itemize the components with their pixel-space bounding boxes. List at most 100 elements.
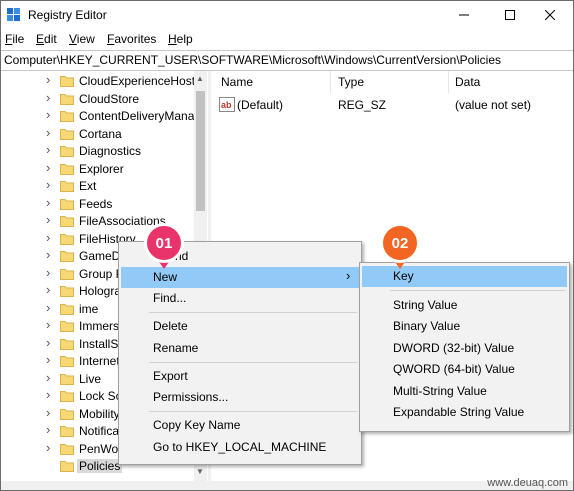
expand-chevron-icon[interactable]: › bbox=[46, 370, 50, 385]
tree-item[interactable]: › Explorer bbox=[1, 160, 208, 178]
menu-edit[interactable]: Edit bbox=[36, 32, 57, 46]
tree-item-label: Immers bbox=[79, 319, 119, 333]
submenu-item-qword-value[interactable]: QWORD (64-bit) Value bbox=[362, 359, 567, 380]
expand-chevron-icon[interactable]: › bbox=[46, 247, 50, 262]
expand-chevron-icon[interactable]: › bbox=[46, 90, 50, 105]
registry-editor-icon bbox=[7, 8, 21, 25]
folder-icon bbox=[60, 163, 74, 175]
expand-chevron-icon[interactable]: › bbox=[46, 195, 50, 210]
context-item-copy-key-name[interactable]: Copy Key Name bbox=[121, 415, 359, 436]
folder-icon bbox=[60, 321, 74, 332]
expand-chevron-icon[interactable]: › bbox=[46, 265, 50, 280]
context-item-goto-hklm[interactable]: Go to HKEY_LOCAL_MACHINE bbox=[121, 437, 359, 458]
value-row[interactable]: ab (Default) REG_SZ (value not set) bbox=[212, 97, 573, 114]
value-data: (value not set) bbox=[455, 98, 532, 112]
scroll-down-icon[interactable]: ▼ bbox=[196, 467, 204, 476]
expand-chevron-icon[interactable]: › bbox=[46, 177, 50, 192]
menu-separator bbox=[149, 362, 357, 363]
tree-item-label: CloudExperienceHost bbox=[79, 74, 196, 88]
submenu-item-key[interactable]: Key bbox=[362, 266, 567, 287]
maximize-icon bbox=[505, 10, 515, 20]
folder-icon bbox=[60, 198, 74, 210]
minimize-button[interactable] bbox=[441, 1, 487, 29]
folder-icon bbox=[60, 251, 74, 262]
column-header-name[interactable]: Name bbox=[221, 75, 253, 89]
context-item-new[interactable]: New › bbox=[121, 267, 359, 288]
scroll-up-icon[interactable]: ▲ bbox=[196, 74, 204, 83]
minimize-icon bbox=[459, 14, 469, 16]
tree-item-label: PenWor bbox=[79, 441, 123, 456]
title-bar: Registry Editor bbox=[1, 1, 573, 29]
menu-file[interactable]: File bbox=[5, 32, 24, 46]
submenu-arrow-icon: › bbox=[346, 268, 351, 283]
expand-chevron-icon[interactable]: › bbox=[46, 387, 50, 402]
menu-help[interactable]: Help bbox=[168, 32, 193, 46]
tree-item[interactable]: › Diagnostics bbox=[1, 142, 208, 160]
expand-chevron-icon[interactable]: › bbox=[46, 142, 50, 157]
close-button[interactable] bbox=[527, 1, 573, 29]
folder-icon bbox=[60, 338, 74, 350]
expand-chevron-icon[interactable]: › bbox=[46, 405, 50, 420]
column-header-type[interactable]: Type bbox=[338, 75, 364, 89]
context-menu: nd New › Find... Delete Rename Export Pe… bbox=[118, 241, 362, 465]
tree-item-label: Diagnostics bbox=[79, 144, 142, 158]
folder-icon bbox=[60, 408, 74, 420]
tree-item[interactable]: › Feeds bbox=[1, 195, 208, 213]
menu-separator bbox=[390, 290, 565, 291]
folder-icon bbox=[60, 216, 74, 227]
tree-item-label: Mobility bbox=[79, 406, 120, 421]
tree-item-label: Ext bbox=[79, 179, 97, 193]
expand-chevron-icon[interactable]: › bbox=[46, 282, 50, 297]
context-item-rename[interactable]: Rename bbox=[121, 338, 359, 359]
expand-chevron-icon[interactable]: › bbox=[46, 335, 50, 350]
expand-chevron-icon[interactable]: › bbox=[46, 160, 50, 175]
tree-item[interactable]: › Ext bbox=[1, 177, 208, 195]
expand-chevron-icon[interactable]: › bbox=[46, 230, 50, 245]
context-item-delete[interactable]: Delete bbox=[121, 316, 359, 337]
expand-chevron-icon[interactable]: › bbox=[46, 440, 50, 455]
tree-item-label: Feeds bbox=[79, 196, 113, 211]
tree-item-label: Internet bbox=[79, 354, 120, 368]
folder-icon bbox=[60, 356, 74, 367]
tree-item[interactable]: › CloudStore bbox=[1, 90, 208, 108]
submenu-item-string-value[interactable]: String Value bbox=[362, 295, 567, 316]
context-item-permissions[interactable]: Permissions... bbox=[121, 387, 359, 408]
watermark: www.deuaq.com bbox=[487, 477, 568, 489]
new-submenu: Key String Value Binary Value DWORD (32-… bbox=[359, 262, 570, 432]
folder-icon bbox=[60, 128, 74, 140]
expand-chevron-icon[interactable]: › bbox=[46, 212, 50, 227]
submenu-item-multi-string-value[interactable]: Multi-String Value bbox=[362, 381, 567, 402]
menu-bar: File Edit View Favorites Help bbox=[1, 29, 573, 49]
column-header-data[interactable]: Data bbox=[455, 75, 480, 89]
context-item-find[interactable]: Find... bbox=[121, 288, 359, 309]
tree-item-label: Cortana bbox=[79, 126, 122, 141]
tree-item[interactable]: › ContentDeliveryMana bbox=[1, 107, 208, 125]
column-divider[interactable] bbox=[448, 71, 449, 93]
folder-icon bbox=[60, 373, 74, 385]
folder-icon bbox=[60, 286, 74, 297]
expand-chevron-icon[interactable]: › bbox=[46, 352, 50, 367]
expand-chevron-icon[interactable]: › bbox=[46, 422, 50, 437]
submenu-item-dword-value[interactable]: DWORD (32-bit) Value bbox=[362, 338, 567, 359]
folder-icon bbox=[60, 76, 74, 87]
menu-favorites[interactable]: Favorites bbox=[107, 32, 156, 46]
expand-chevron-icon[interactable]: › bbox=[46, 317, 50, 332]
expand-chevron-icon[interactable]: › bbox=[46, 300, 50, 315]
expand-chevron-icon[interactable]: › bbox=[46, 107, 50, 122]
folder-icon bbox=[60, 303, 74, 315]
submenu-item-binary-value[interactable]: Binary Value bbox=[362, 316, 567, 337]
expand-chevron-icon[interactable]: › bbox=[46, 72, 50, 87]
tree-item[interactable]: › Cortana bbox=[1, 125, 208, 143]
tree-item[interactable]: › CloudExperienceHost bbox=[1, 72, 208, 90]
scroll-thumb[interactable] bbox=[196, 91, 205, 211]
expand-chevron-icon[interactable]: › bbox=[46, 125, 50, 140]
address-bar[interactable]: Computer\HKEY_CURRENT_USER\SOFTWARE\Micr… bbox=[1, 50, 573, 71]
menu-view[interactable]: View bbox=[69, 32, 95, 46]
string-value-icon: ab bbox=[219, 97, 235, 115]
column-divider[interactable] bbox=[330, 71, 331, 93]
tree-item-label: Policies bbox=[77, 459, 123, 473]
context-item-export[interactable]: Export bbox=[121, 366, 359, 387]
tree-item-label: Explorer bbox=[79, 161, 124, 176]
submenu-item-expandable-string-value[interactable]: Expandable String Value bbox=[362, 402, 567, 423]
folder-icon bbox=[60, 443, 74, 455]
